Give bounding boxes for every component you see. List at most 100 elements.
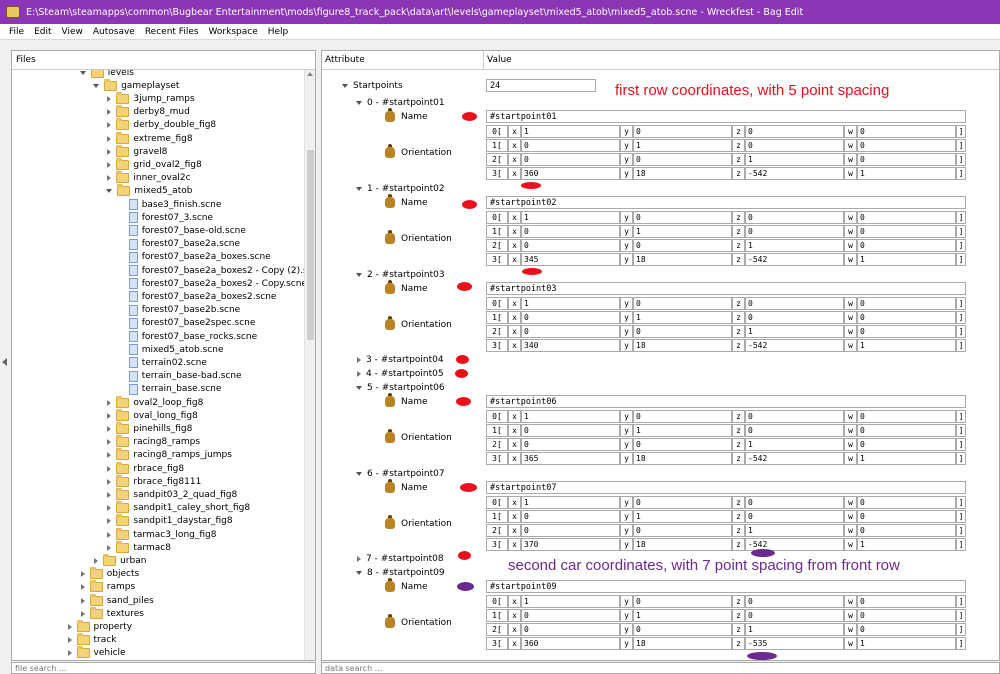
folder-item[interactable]: tarmac8 [105,540,171,554]
folder-item[interactable]: mixed5_atob [105,184,192,198]
matrix-value-field[interactable]: 0 [857,496,956,509]
name-value-field[interactable]: #startpoint07 [486,481,966,494]
matrix-value-field[interactable]: 0 [745,211,844,224]
collapse-arrow-icon[interactable] [107,465,112,472]
expand-arrow-icon[interactable] [356,100,362,105]
matrix-value-field[interactable]: 0 [857,297,956,310]
collapse-arrow-icon[interactable] [357,555,361,562]
matrix-value-field[interactable]: 0 [745,410,844,423]
matrix-value-field[interactable]: 0 [745,496,844,509]
folder-item[interactable]: vehicle [66,646,126,660]
startpoint-node[interactable]: 6 - #startpoint07 [355,467,445,480]
collapse-arrow-icon[interactable] [67,637,72,644]
collapse-arrow-icon[interactable] [107,122,112,129]
folder-item[interactable]: pinehills_fig8 [105,421,192,435]
expand-arrow-icon[interactable] [356,471,362,476]
collapse-arrow-icon[interactable] [107,399,112,406]
matrix-value-field[interactable]: 0 [633,623,732,636]
collapse-arrow-icon[interactable] [67,623,72,630]
matrix-value-field[interactable]: 0 [521,524,620,537]
collapse-arrow-icon[interactable] [67,650,72,657]
matrix-value-field[interactable]: 1 [745,153,844,166]
matrix-value-field[interactable]: 1 [857,167,956,180]
menu-recent-files[interactable]: Recent Files [140,27,204,37]
folder-item[interactable]: racing8_ramps [105,435,200,449]
matrix-value-field[interactable]: 0 [857,623,956,636]
folder-item[interactable]: 3jump_ramps [105,91,195,105]
matrix-value-field[interactable]: 0 [521,424,620,437]
collapse-arrow-icon[interactable] [107,412,112,419]
collapse-arrow-icon[interactable] [107,478,112,485]
expand-arrow-icon[interactable] [356,186,362,191]
folder-item[interactable]: textures [79,606,144,620]
matrix-value-field[interactable]: 1 [745,623,844,636]
matrix-value-field[interactable]: 0 [857,510,956,523]
collapse-arrow-icon[interactable] [107,491,112,498]
startpoint-node-collapsed[interactable]: 4 - #startpoint05 [355,367,444,380]
matrix-value-field[interactable]: 1 [633,139,732,152]
expand-arrow-icon[interactable] [342,83,348,88]
folder-item[interactable]: urban [92,553,146,567]
folder-item[interactable]: gameplayset [92,78,179,92]
matrix-value-field[interactable]: 1 [633,510,732,523]
splitter-handle[interactable] [0,40,10,674]
matrix-value-field[interactable]: 0 [745,424,844,437]
matrix-value-field[interactable]: 0 [857,410,956,423]
startpoint-node[interactable]: 0 - #startpoint01 [355,96,445,109]
matrix-value-field[interactable]: 0 [633,239,732,252]
collapse-arrow-icon[interactable] [107,439,112,446]
matrix-value-field[interactable]: 0 [857,225,956,238]
startpoints-node[interactable]: Startpoints [341,79,403,92]
files-scrollbar[interactable] [304,70,315,660]
folder-item[interactable]: racing8_ramps_jumps [105,448,232,462]
matrix-value-field[interactable]: 0 [745,510,844,523]
matrix-value-field[interactable]: 360 [521,637,620,650]
folder-item[interactable]: property [66,619,132,633]
collapse-arrow-icon[interactable] [107,109,112,116]
matrix-value-field[interactable]: 0 [633,524,732,537]
menu-view[interactable]: View [57,27,88,37]
matrix-value-field[interactable]: 0 [521,623,620,636]
matrix-value-field[interactable]: 0 [521,510,620,523]
matrix-value-field[interactable]: 1 [745,524,844,537]
orientation-attribute[interactable]: Orientation [385,429,452,444]
matrix-value-field[interactable]: 0 [857,139,956,152]
collapse-arrow-icon[interactable] [107,175,112,182]
matrix-value-field[interactable]: 1 [633,311,732,324]
matrix-value-field[interactable]: 0 [633,211,732,224]
matrix-value-field[interactable]: 1 [521,410,620,423]
name-value-field[interactable]: #startpoint06 [486,395,966,408]
file-item[interactable]: base3_finish.scne [119,198,221,211]
name-attribute[interactable]: Name [385,108,428,123]
matrix-value-field[interactable]: 1 [857,253,956,266]
matrix-value-field[interactable]: 0 [857,424,956,437]
matrix-value-field[interactable]: 1 [857,339,956,352]
matrix-value-field[interactable]: 0 [633,125,732,138]
scroll-up-icon[interactable] [307,72,313,76]
matrix-value-field[interactable]: 0 [633,325,732,338]
matrix-value-field[interactable]: 18 [633,167,732,180]
file-item[interactable]: forest07_base2b.scne [119,304,240,317]
name-attribute[interactable]: Name [385,194,428,209]
collapse-arrow-icon[interactable] [107,544,112,551]
collapse-arrow-icon[interactable] [107,135,112,142]
expand-arrow-icon[interactable] [356,570,362,575]
collapse-arrow-icon[interactable] [80,584,85,591]
folder-item[interactable]: tarmac3_long_fig8 [105,527,216,541]
matrix-value-field[interactable]: 0 [521,438,620,451]
matrix-value-field[interactable]: 0 [521,139,620,152]
name-value-field[interactable]: #startpoint02 [486,196,966,209]
matrix-value-field[interactable]: 1 [633,424,732,437]
matrix-value-field[interactable]: 0 [633,410,732,423]
folder-item[interactable]: objects [79,567,139,581]
matrix-value-field[interactable]: 0 [633,153,732,166]
expand-arrow-icon[interactable] [356,385,362,390]
matrix-value-field[interactable]: 0 [745,225,844,238]
file-item[interactable]: terrain_base.scne [119,383,221,396]
name-value-field[interactable]: #startpoint01 [486,110,966,123]
matrix-value-field[interactable]: 18 [633,452,732,465]
folder-item[interactable]: grid_oval2_fig8 [105,157,202,171]
folder-item[interactable]: track [66,633,116,647]
matrix-value-field[interactable]: -542 [745,339,844,352]
matrix-value-field[interactable]: 0 [857,311,956,324]
